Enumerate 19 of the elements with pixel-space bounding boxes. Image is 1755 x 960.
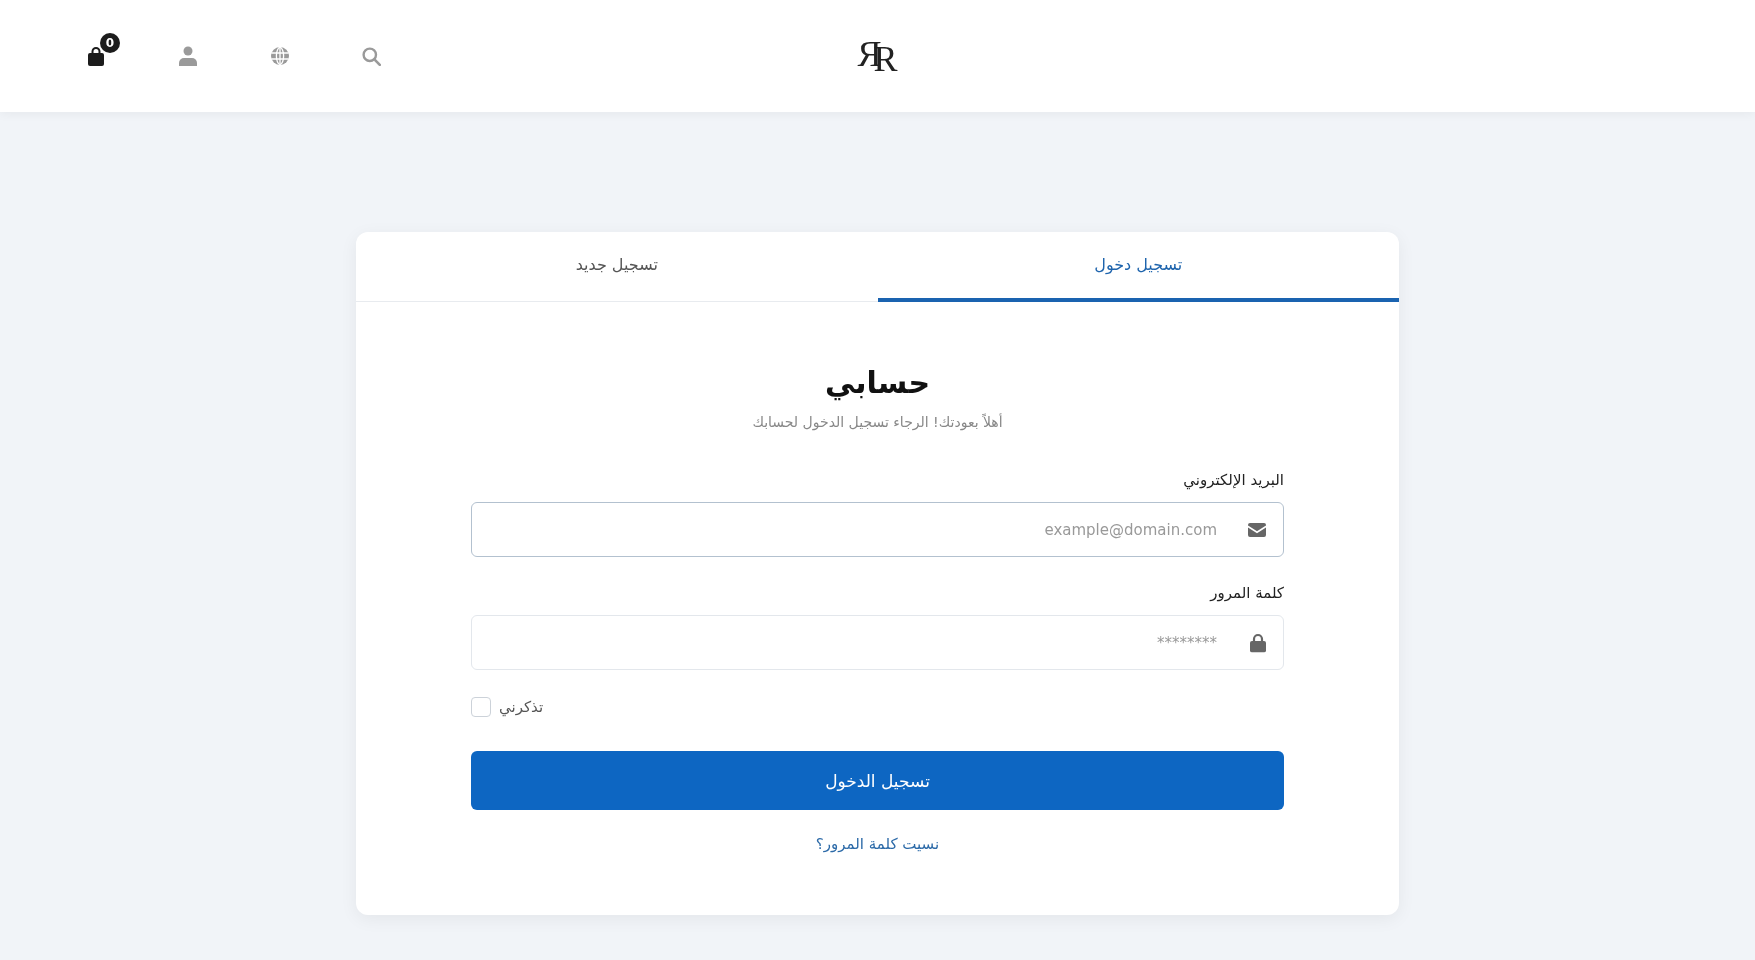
user-icon[interactable] [178, 46, 198, 66]
password-field[interactable]: ******** [471, 615, 1284, 670]
search-icon[interactable] [362, 46, 381, 66]
envelope-icon [1248, 522, 1266, 537]
field-label: البريد الإلكتروني [1183, 470, 1284, 491]
tab[interactable]: تسجيل دخول [877, 232, 1399, 302]
welcome-subtitle: أهلاً بعودتك! الرجاء تسجيل الدخول لحسابك [752, 412, 1003, 433]
shopping-bag-icon[interactable] [86, 46, 106, 66]
globe-icon[interactable] [270, 46, 290, 66]
field-label: كلمة المرور [1210, 583, 1284, 604]
sign-in-button[interactable]: تسجيل الدخول [471, 751, 1284, 810]
lock-icon [1250, 633, 1266, 652]
cart-count-badge: 0 [100, 33, 120, 53]
remember-me-checkbox[interactable] [471, 697, 491, 717]
email-field[interactable]: example@domain.com [471, 502, 1284, 557]
forgot-password-link[interactable]: نسيت كلمة المرور؟ [815, 833, 940, 855]
remember-me-label: تذكرني [499, 697, 544, 718]
page-title: حسابي [825, 364, 930, 403]
tab[interactable]: تسجيل جديد [356, 232, 878, 302]
